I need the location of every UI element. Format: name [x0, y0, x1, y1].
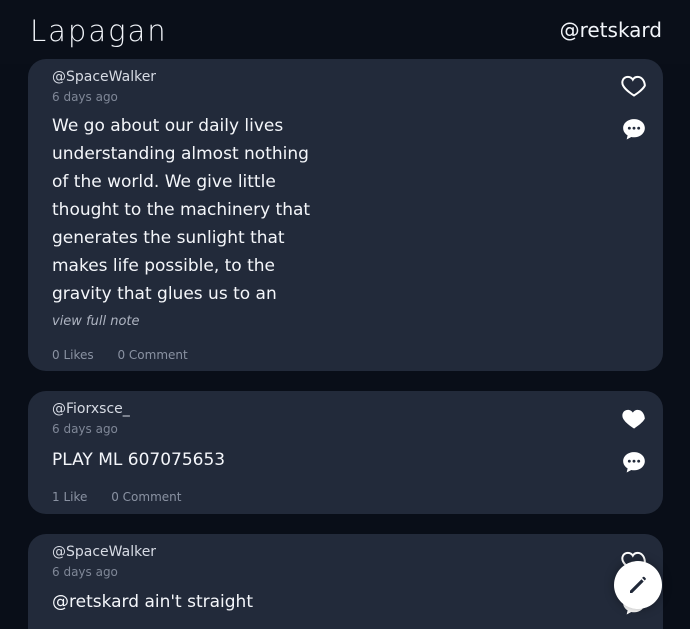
heart-icon[interactable]: [620, 404, 648, 432]
post-card-2[interactable]: @Fiorxsce_ 6 days ago PLAY ML 607075653 …: [28, 391, 663, 514]
app-brand: Lapagan: [30, 14, 168, 48]
comments-count[interactable]: 0 Comment: [111, 490, 181, 504]
post-card-3[interactable]: @SpaceWalker 6 days ago @retskard ain't …: [28, 534, 663, 629]
top-bar: Lapagan @retskard: [0, 0, 690, 64]
view-full-note-link[interactable]: view full note: [52, 314, 140, 329]
post-author[interactable]: @SpaceWalker: [52, 69, 156, 85]
post-author[interactable]: @SpaceWalker: [52, 544, 156, 560]
post-body: We go about our daily lives understandin…: [52, 116, 311, 304]
post-timestamp: 6 days ago: [52, 90, 118, 104]
pencil-icon: [630, 576, 646, 593]
heart-icon[interactable]: [620, 71, 648, 99]
comment-icon[interactable]: [620, 448, 648, 476]
current-user-handle[interactable]: @retskard: [560, 18, 662, 42]
post-card-1[interactable]: @SpaceWalker 6 days ago We go about our …: [28, 59, 663, 371]
post-timestamp: 6 days ago: [52, 422, 118, 436]
comment-icon[interactable]: [620, 115, 648, 143]
post-body: @retskard ain't straight: [52, 592, 253, 612]
likes-count[interactable]: 1 Like: [52, 490, 87, 504]
compose-button[interactable]: [614, 561, 662, 609]
post-timestamp: 6 days ago: [52, 565, 118, 579]
post-body: PLAY ML 607075653: [52, 450, 226, 470]
post-author[interactable]: @Fiorxsce_: [52, 401, 130, 417]
likes-count[interactable]: 0 Likes: [52, 348, 94, 362]
comments-count[interactable]: 0 Comment: [117, 348, 187, 362]
app-screen: Lapagan @retskard @SpaceWalker 6 days ag…: [0, 0, 690, 629]
post-stats: 1 Like 0 Comment: [52, 490, 181, 504]
post-stats: 0 Likes 0 Comment: [52, 348, 188, 362]
